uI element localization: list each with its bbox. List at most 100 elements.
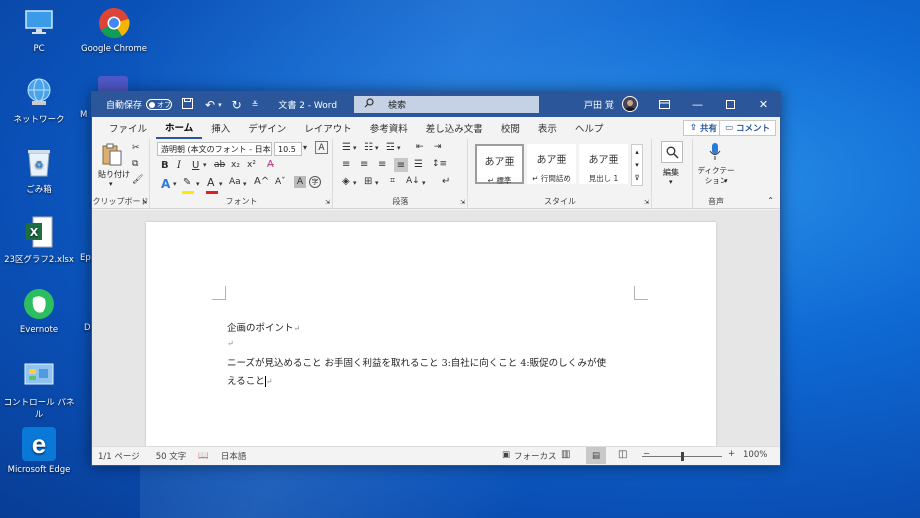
- tab-view[interactable]: 表示: [529, 117, 566, 139]
- paragraph-launcher-icon[interactable]: ⇲: [460, 199, 465, 206]
- desktop-icon-edge[interactable]: e Microsoft Edge: [2, 427, 76, 475]
- read-mode-icon[interactable]: ▥: [561, 449, 570, 460]
- styles-more-icon[interactable]: ⊽: [634, 174, 639, 182]
- highlight-dropdown-icon[interactable]: ▾: [196, 180, 200, 188]
- desktop-icon-evernote[interactable]: Evernote: [2, 287, 76, 335]
- tab-insert[interactable]: 挿入: [202, 117, 239, 139]
- desktop-icon-recycle-bin[interactable]: ♻ ごみ箱: [2, 145, 76, 195]
- editing-dropdown-icon[interactable]: ▾: [669, 178, 673, 186]
- font-color-dropdown-icon[interactable]: ▾: [219, 180, 223, 188]
- tab-layout[interactable]: レイアウト: [295, 117, 361, 139]
- show-formatting-icon[interactable]: ↵: [442, 176, 450, 187]
- tab-home[interactable]: ホーム: [156, 117, 203, 139]
- desktop-icon-chrome[interactable]: Google Chrome: [77, 6, 151, 54]
- text-effects-icon[interactable]: A: [161, 177, 170, 191]
- bold-icon[interactable]: B: [161, 160, 169, 171]
- desktop-icon-control-panel[interactable]: コントロール パネル: [2, 358, 76, 420]
- tab-mailings[interactable]: 差し込み文書: [417, 117, 492, 139]
- style-card-heading-1[interactable]: あア亜 見出し 1: [579, 144, 628, 184]
- cut-icon[interactable]: ✂: [132, 143, 140, 153]
- tab-design[interactable]: デザイン: [239, 117, 295, 139]
- change-case-icon[interactable]: Aa: [229, 177, 241, 187]
- autosave-toggle[interactable]: 自動保存 オフ: [106, 98, 173, 111]
- scroll-down-icon[interactable]: ▾: [635, 161, 639, 169]
- scroll-up-icon[interactable]: ▴: [635, 148, 639, 156]
- tab-file[interactable]: ファイル: [100, 117, 156, 139]
- font-name-box[interactable]: 游明朝 (本文のフォント - 日本: [157, 142, 272, 156]
- language-indicator[interactable]: 日本語: [221, 450, 247, 462]
- tab-help[interactable]: ヘルプ: [566, 117, 613, 139]
- tab-review[interactable]: 校閲: [492, 117, 529, 139]
- line-spacing-icon[interactable]: ↕≡: [432, 159, 447, 169]
- borders-dropdown-icon[interactable]: ▾: [375, 179, 379, 187]
- dictate-dropdown-icon[interactable]: ▾: [724, 177, 728, 185]
- doc-line-2[interactable]: ↵: [227, 338, 234, 349]
- copy-icon[interactable]: ⧉: [132, 159, 138, 169]
- asian-layout-icon[interactable]: ⌗: [390, 176, 395, 186]
- strikethrough-icon[interactable]: ab: [214, 160, 225, 170]
- font-color-icon[interactable]: A: [207, 176, 215, 189]
- autosave-switch[interactable]: オフ: [146, 99, 173, 110]
- char-shading-icon[interactable]: A: [294, 176, 306, 188]
- shading-icon[interactable]: ◈: [342, 176, 350, 187]
- undo-dropdown-icon[interactable]: ▾: [218, 101, 222, 109]
- char-border-icon[interactable]: A: [315, 141, 328, 154]
- paste-label[interactable]: 貼り付け: [98, 169, 130, 180]
- font-size-dropdown-icon[interactable]: ▾: [303, 143, 307, 152]
- page-count[interactable]: 1/1 ページ: [98, 450, 140, 462]
- zoom-slider[interactable]: [642, 452, 722, 461]
- zoom-in-icon[interactable]: +: [728, 449, 735, 459]
- focus-mode-icon[interactable]: ▣: [502, 450, 510, 460]
- close-button[interactable]: ✕: [747, 92, 780, 117]
- maximize-button[interactable]: [714, 92, 747, 117]
- redo-icon[interactable]: ↻: [232, 98, 242, 112]
- align-right-icon[interactable]: ≡: [378, 159, 386, 170]
- search-box[interactable]: 検索: [354, 96, 539, 113]
- user-name[interactable]: 戸田 覚: [584, 98, 614, 111]
- bullets-icon[interactable]: ☰: [342, 142, 351, 153]
- styles-launcher-icon[interactable]: ⇲: [644, 199, 649, 206]
- customize-quick-access-icon[interactable]: ≚: [252, 100, 259, 109]
- web-layout-icon[interactable]: ◫: [618, 449, 627, 460]
- document-page[interactable]: 企画のポイント↵ ↵ ニーズが見込めること お手固く利益を取れること 3:自社に…: [146, 222, 716, 448]
- ribbon-display-options-icon[interactable]: [648, 92, 681, 117]
- align-left-icon[interactable]: ≡: [342, 159, 350, 170]
- bullets-dropdown-icon[interactable]: ▾: [353, 144, 357, 152]
- doc-line-1[interactable]: 企画のポイント↵: [227, 320, 300, 334]
- highlight-icon[interactable]: ✎: [183, 177, 191, 188]
- sort-dropdown-icon[interactable]: ▾: [422, 179, 426, 187]
- borders-icon[interactable]: ⊞: [364, 176, 372, 187]
- multilevel-list-icon[interactable]: ☲: [386, 142, 395, 153]
- text-effects-dropdown-icon[interactable]: ▾: [173, 180, 177, 188]
- underline-dropdown-icon[interactable]: ▾: [203, 161, 207, 169]
- increase-indent-icon[interactable]: ⇥: [434, 142, 442, 152]
- superscript-icon[interactable]: x²: [247, 160, 256, 170]
- collapse-ribbon-icon[interactable]: ⌃: [767, 196, 774, 205]
- underline-icon[interactable]: U: [192, 160, 199, 171]
- zoom-level[interactable]: 100%: [743, 450, 767, 460]
- paste-icon[interactable]: [100, 143, 124, 167]
- share-button[interactable]: ⇪ 共有: [682, 120, 724, 136]
- zoom-slider-thumb[interactable]: [681, 452, 684, 461]
- numbering-icon[interactable]: ☷: [364, 142, 373, 153]
- styles-scroll[interactable]: ▴ ▾ ⊽: [631, 144, 643, 186]
- dictate-label[interactable]: ディクテーション: [694, 166, 738, 186]
- style-card-no-spacing[interactable]: あア亜 ↵ 行間詰め: [527, 144, 576, 184]
- paste-dropdown-icon[interactable]: ▾: [109, 180, 113, 188]
- font-launcher-icon[interactable]: ⇲: [325, 199, 330, 206]
- word-count[interactable]: 50 文字: [156, 450, 187, 462]
- subscript-icon[interactable]: x₂: [231, 160, 240, 170]
- user-avatar[interactable]: [622, 96, 638, 112]
- italic-icon[interactable]: I: [177, 160, 181, 171]
- undo-icon[interactable]: ↶: [205, 98, 215, 112]
- sort-icon[interactable]: A↓: [406, 176, 420, 186]
- minimize-button[interactable]: —: [681, 92, 714, 117]
- enclose-characters-icon[interactable]: 字: [309, 176, 321, 188]
- distributed-icon[interactable]: ☰: [414, 159, 423, 170]
- clear-formatting-icon[interactable]: A̶: [267, 159, 274, 170]
- comment-button[interactable]: ▭ コメント: [718, 120, 776, 136]
- doc-line-3[interactable]: ニーズが見込めること お手固く利益を取れること 3:自社に向くこと 4:販促のし…: [227, 355, 606, 369]
- shading-dropdown-icon[interactable]: ▾: [353, 179, 357, 187]
- shrink-font-icon[interactable]: Aˇ: [275, 177, 286, 187]
- microphone-icon[interactable]: [707, 141, 723, 163]
